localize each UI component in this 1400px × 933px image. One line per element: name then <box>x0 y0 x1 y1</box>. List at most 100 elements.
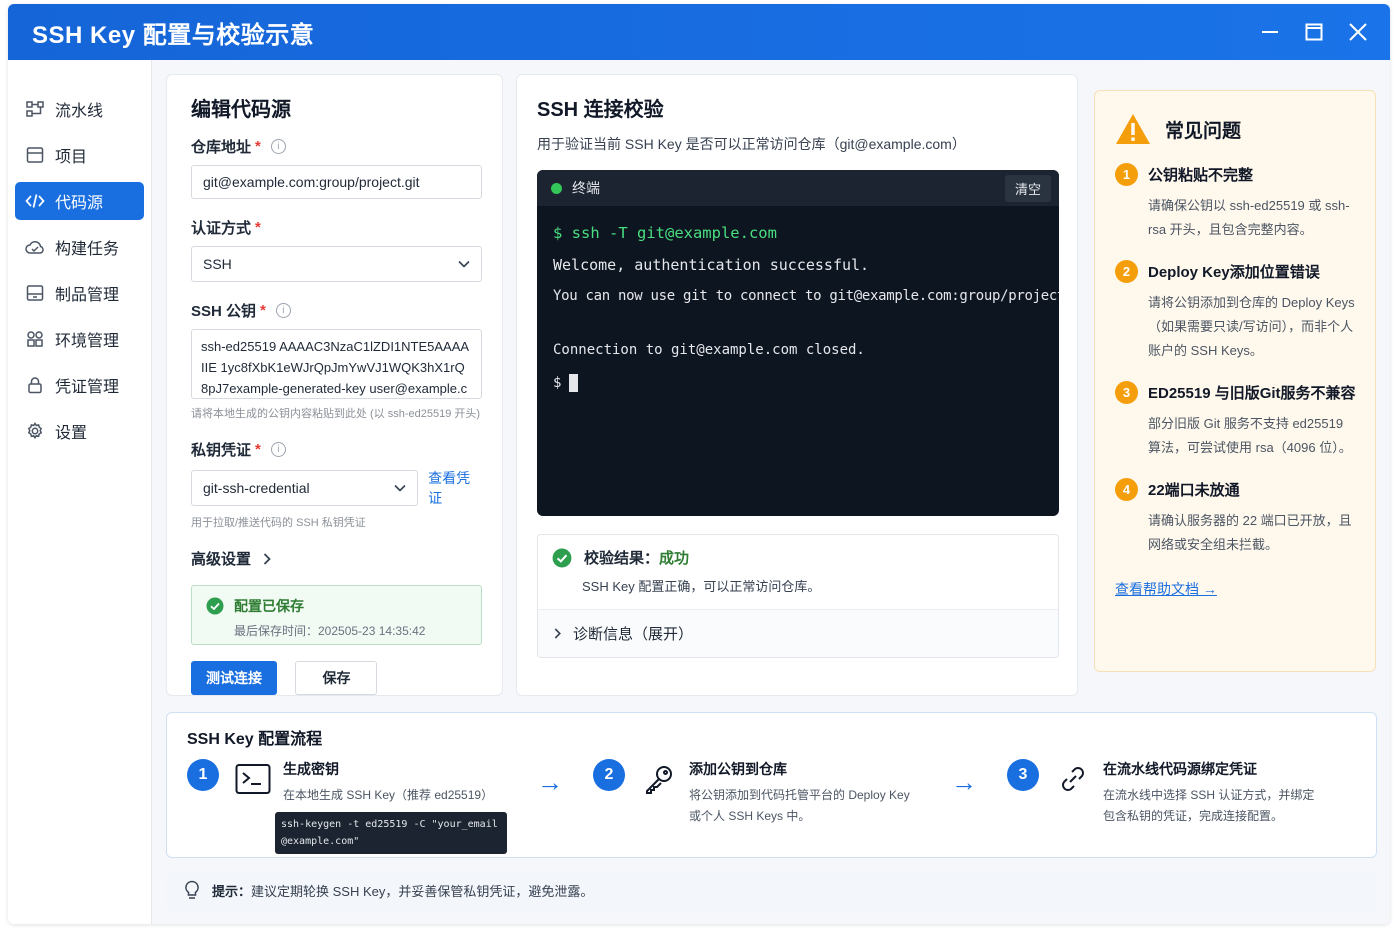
verify-result-box: 校验结果： 成功 SSH Key 配置正确，可以正常访问仓库。 诊断信息（展开） <box>537 534 1059 658</box>
artifact-icon <box>25 283 45 303</box>
privkey-select[interactable]: git-ssh-credential <box>191 470 419 506</box>
diagnostics-toggle[interactable]: 诊断信息（展开） <box>538 609 1058 657</box>
flow-title: SSH Key 配置流程 <box>187 731 323 748</box>
faq-number-badge: 1 <box>1115 163 1138 186</box>
auth-method-select[interactable]: SSH <box>191 246 482 282</box>
auth-method-value: SSH <box>203 256 232 272</box>
tip-label: 提示： <box>212 883 252 899</box>
chevron-right-icon <box>263 552 271 565</box>
minimize-button[interactable] <box>1252 14 1288 50</box>
faq-item-title: 1 公钥粘贴不完整 <box>1115 163 1357 186</box>
faq-item-title-text: 公钥粘贴不完整 <box>1148 167 1254 184</box>
repo-label: 仓库地址 * i <box>191 136 482 157</box>
advanced-settings-toggle[interactable]: 高级设置 <box>191 548 482 569</box>
step-text: 在流水线代码源绑定凭证 在流水线中选择 SSH 认证方式，并绑定包含私钥的凭证，… <box>1103 759 1318 827</box>
terminal-title: 终端 <box>572 180 600 196</box>
pubkey-hint: 请将本地生成的公钥内容粘贴到此处 (以 ssh-ed25519 开头) <box>191 408 481 420</box>
terminal-header: 终端 清空 <box>537 170 1059 206</box>
sidebar: 流水线 项目 代码源 构建任务 制品管理 环境管理 凭证管理 设置 <box>8 60 152 924</box>
sidebar-item-label: 构建任务 <box>55 241 120 258</box>
save-button[interactable]: 保存 <box>295 661 378 695</box>
edit-panel-title: 编辑代码源 <box>191 99 291 121</box>
sidebar-item-project[interactable]: 项目 <box>15 136 144 174</box>
clear-button[interactable]: 清空 <box>1004 174 1051 202</box>
faq-item: 1 公钥粘贴不完整 请确保公钥以 ssh-ed25519 或 ssh-rsa 开头… <box>1115 163 1357 242</box>
ssh-flow-panel: SSH Key 配置流程 1 生成密钥 在本地生成 SSH Key（推荐 ed2… <box>166 712 1377 858</box>
chevron-down-icon <box>394 484 406 492</box>
minimize-icon <box>1262 31 1278 33</box>
close-button[interactable] <box>1340 14 1376 50</box>
faq-item-title-text: ED25519 与旧版Git服务不兼容 <box>1148 385 1356 402</box>
maximize-button[interactable] <box>1296 14 1332 50</box>
faq-item-title-text: 22端口未放通 <box>1148 482 1240 499</box>
check-circle-icon <box>552 548 572 567</box>
repo-url-input[interactable]: git@example.com:group/project.git <box>191 165 482 199</box>
terminal-command: $ ssh -T git@example.com <box>553 224 777 242</box>
result-summary: 校验结果： 成功 SSH Key 配置正确，可以正常访问仓库。 <box>538 535 1058 609</box>
faq-item-desc: 部分旧版 Git 服务不支持 ed25519 算法，可尝试使用 rsa（4096… <box>1148 416 1352 455</box>
privkey-value: git-ssh-credential <box>203 480 310 496</box>
saved-time: 最后保存时间：202505-23 14:35:42 <box>234 624 426 638</box>
faq-panel: 常见问题 1 公钥粘贴不完整 请确保公钥以 ssh-ed25519 或 ssh-r… <box>1094 90 1376 672</box>
help-docs-link[interactable]: 查看帮助文档 → <box>1115 579 1357 599</box>
sidebar-item-build[interactable]: 构建任务 <box>15 228 144 266</box>
step-title: 生成密钥 <box>283 761 339 777</box>
terminal-line: You can now use git to connect to git@ex… <box>553 288 1059 304</box>
faq-item: 2 Deploy Key添加位置错误 请将公钥添加到仓库的 Deploy Keys… <box>1115 260 1357 363</box>
flow-step-1: 1 生成密钥 在本地生成 SSH Key（推荐 ed25519） ssh-key… <box>187 759 507 854</box>
terminal[interactable]: 终端 清空 $ ssh -T git@example.com Welcome, … <box>537 170 1059 516</box>
key-icon <box>639 759 679 799</box>
info-icon[interactable]: i <box>270 139 286 154</box>
sidebar-item-label: 凭证管理 <box>55 379 120 396</box>
chevron-right-icon <box>554 628 561 639</box>
status-dot-icon <box>551 182 562 194</box>
tip-text: 建议定期轮换 SSH Key，并妥善保管私钥凭证，避免泄露。 <box>251 883 594 899</box>
step-number-badge: 3 <box>1007 759 1039 791</box>
required-mark: * <box>255 138 261 155</box>
step-title: 添加公钥到仓库 <box>689 761 787 777</box>
terminal-line: Connection to git@example.com closed. <box>553 342 865 358</box>
sidebar-item-pipeline[interactable]: 流水线 <box>15 90 144 128</box>
maximize-icon <box>1305 23 1323 41</box>
sidebar-item-label: 项目 <box>55 149 88 166</box>
edit-actions: 测试连接 保存 <box>191 661 482 695</box>
info-icon[interactable]: i <box>275 303 291 318</box>
ssh-subtitle: 用于验证当前 SSH Key 是否可以正常访问仓库（git@example.co… <box>537 136 966 152</box>
prompt-symbol: $ <box>553 375 562 391</box>
pubkey-label-text: SSH 公钥 <box>191 303 257 320</box>
step-desc: 在流水线中选择 SSH 认证方式，并绑定包含私钥的凭证，完成连接配置。 <box>1103 788 1315 823</box>
info-icon[interactable]: i <box>270 442 286 457</box>
step-number-badge: 2 <box>593 759 625 791</box>
sidebar-item-environment[interactable]: 环境管理 <box>15 320 144 358</box>
sidebar-item-credential[interactable]: 凭证管理 <box>15 366 144 404</box>
ssh-check-panel: SSH 连接校验 用于验证当前 SSH Key 是否可以正常访问仓库（git@e… <box>516 74 1078 696</box>
repo-label-text: 仓库地址 <box>191 139 252 156</box>
saved-title: 配置已保存 <box>206 596 467 616</box>
window-title: SSH Key 配置与校验示意 <box>32 21 315 49</box>
app-window: SSH Key 配置与校验示意 流水线 项目 代码源 构建任务 制品管理 环境管… <box>8 4 1390 924</box>
privkey-label: 私钥凭证 * i <box>191 439 482 460</box>
sidebar-item-label: 制品管理 <box>55 287 120 304</box>
gear-icon <box>25 421 45 441</box>
window-controls <box>1252 14 1390 50</box>
auth-label-text: 认证方式 <box>191 220 252 237</box>
terminal-line: Welcome, authentication successful. <box>553 256 870 274</box>
sidebar-item-settings[interactable]: 设置 <box>15 412 144 450</box>
faq-item-title-text: Deploy Key添加位置错误 <box>1148 264 1320 281</box>
sidebar-item-artifact[interactable]: 制品管理 <box>15 274 144 312</box>
result-title: 校验结果： 成功 <box>552 547 1044 568</box>
sidebar-item-label: 流水线 <box>55 103 104 120</box>
auth-label: 认证方式 * <box>191 217 482 238</box>
code-icon <box>25 191 45 211</box>
required-mark: * <box>260 302 266 319</box>
step-text: 添加公钥到仓库 将公钥添加到代码托管平台的 Deploy Key 或个人 SSH… <box>689 759 921 827</box>
build-icon <box>25 237 45 257</box>
link-icon <box>1053 759 1093 799</box>
step-desc: 在本地生成 SSH Key（推荐 ed25519） <box>283 788 494 802</box>
pubkey-textarea[interactable]: ssh-ed25519 AAAAC3NzaC1lZDI1NTE5AAAAIIE … <box>191 329 482 399</box>
sidebar-item-code-source[interactable]: 代码源 <box>15 182 144 220</box>
test-connection-button[interactable]: 测试连接 <box>191 661 277 695</box>
view-credential-link[interactable]: 查看凭证 <box>428 468 482 508</box>
faq-item: 4 22端口未放通 请确认服务器的 22 端口已开放，且网络或安全组未拦截。 <box>1115 478 1357 557</box>
step-number-badge: 1 <box>187 759 219 791</box>
